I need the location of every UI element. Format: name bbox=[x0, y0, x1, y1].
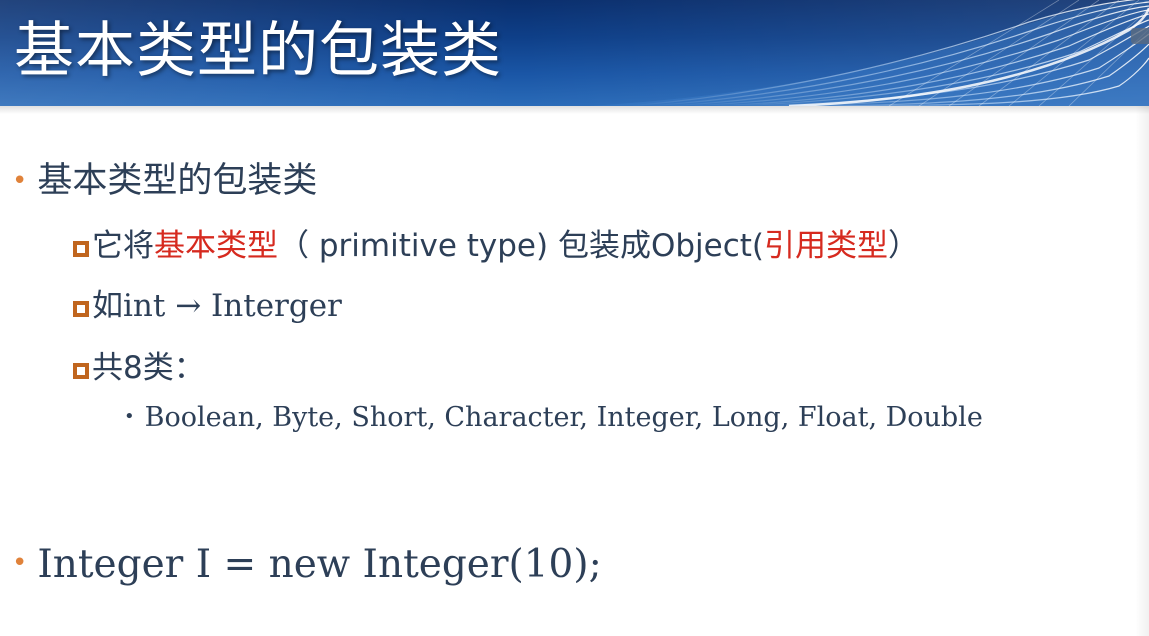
highlight-reference-type: 引用类型 bbox=[764, 228, 888, 264]
right-edge-shading bbox=[1135, 106, 1149, 636]
slide-title: 基本类型的包装类 bbox=[14, 16, 502, 86]
subbullet-wrapper-text-before: 它将 bbox=[92, 228, 154, 264]
subbullet-wrapper-text-middle: （ primitive type) 包装成Object( bbox=[278, 228, 764, 264]
wrapper-types-text: Boolean, Byte, Short, Character, Integer… bbox=[144, 402, 983, 433]
square-bullet-icon bbox=[73, 363, 89, 379]
subbullet-wrapper-text-after: ） bbox=[888, 228, 919, 264]
title-banner: 基本类型的包装类 bbox=[0, 0, 1149, 106]
bullet-code-example: • Integer I = new Integer(10); bbox=[12, 542, 602, 587]
subbullet-example: 如int → Interger bbox=[73, 280, 342, 325]
subbullet-example-prefix: 如 bbox=[92, 288, 123, 324]
subbullet-count-text: 共8类： bbox=[92, 350, 205, 386]
bullet-dot: • bbox=[12, 548, 28, 578]
highlight-primitive-type: 基本类型 bbox=[154, 228, 278, 264]
subbullet-wrapper: 它将基本类型（ primitive type) 包装成Object(引用类型） bbox=[73, 220, 919, 265]
wrapper-types-list: • Boolean, Byte, Short, Character, Intege… bbox=[124, 402, 983, 433]
square-bullet-icon bbox=[73, 241, 89, 257]
banner-shadow bbox=[0, 106, 1149, 114]
subbullet-example-text: int → Interger bbox=[123, 288, 342, 324]
square-bullet-icon bbox=[73, 301, 89, 317]
banner-wave-decoration bbox=[589, 0, 1149, 106]
bullet-main: • 基本类型的包装类 bbox=[12, 152, 317, 203]
side-panel-handle[interactable] bbox=[1131, 28, 1149, 44]
subbullet-count: 共8类： bbox=[73, 342, 205, 387]
small-bullet-dot: • bbox=[124, 406, 135, 427]
bullet-main-text: 基本类型的包装类 bbox=[37, 161, 318, 201]
bullet-dot: • bbox=[12, 166, 28, 196]
code-example-text: Integer I = new Integer(10); bbox=[37, 542, 602, 587]
